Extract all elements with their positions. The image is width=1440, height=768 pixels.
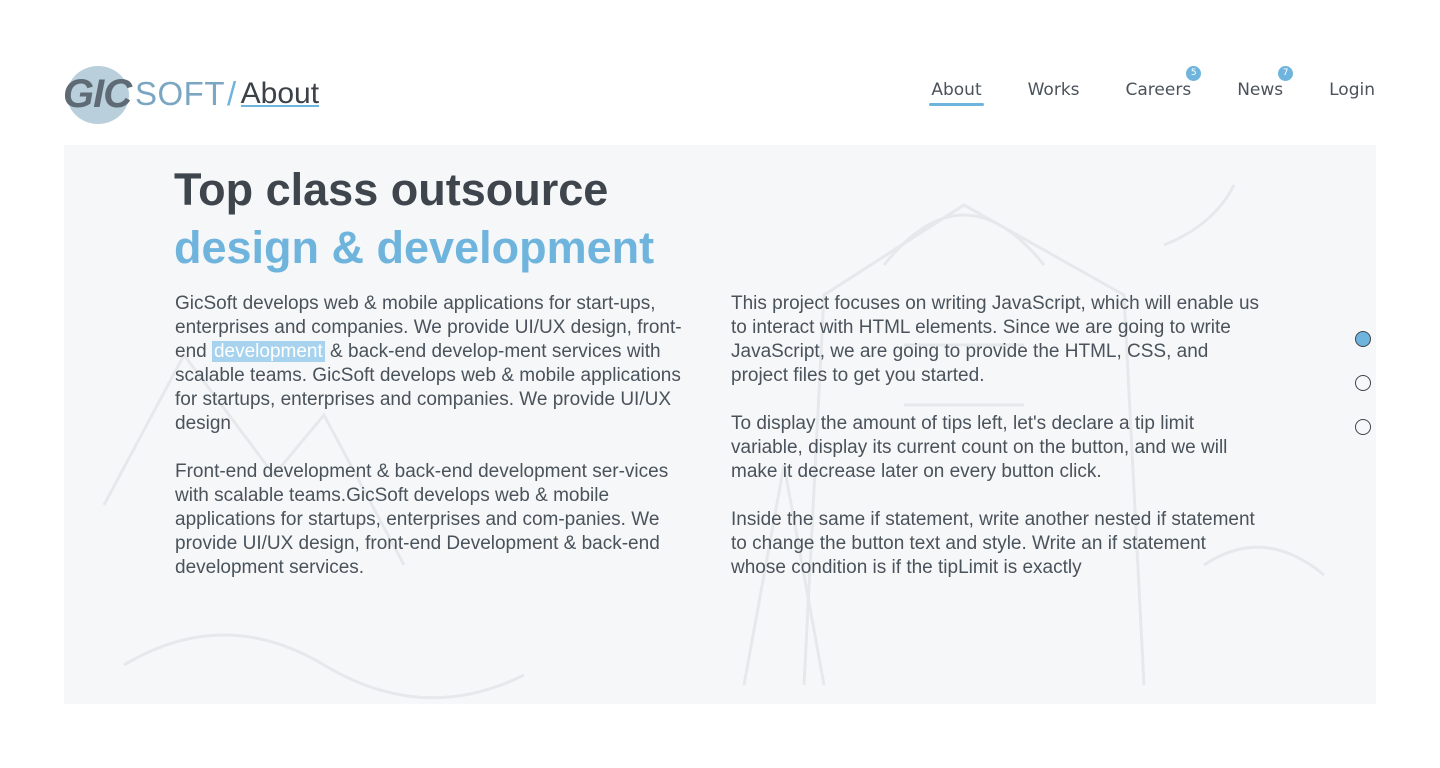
pager-dot-3[interactable] bbox=[1355, 419, 1371, 435]
nav-item-news[interactable]: News 7 bbox=[1237, 66, 1294, 100]
main-nav: About Works Careers 5 News 7 Login bbox=[885, 66, 1375, 106]
right-paragraph-2: To display the amount of tips left, let'… bbox=[731, 413, 1228, 482]
nav-item-label: Login bbox=[1329, 80, 1375, 100]
left-paragraph-1: GicSoft develops web & mobile applicatio… bbox=[175, 292, 703, 436]
nav-item-login[interactable]: Login bbox=[1329, 80, 1375, 100]
hero-title-line2: design & development bbox=[174, 222, 655, 273]
hero-title: Top class outsource design & development bbox=[174, 162, 654, 278]
right-paragraph-3: Inside the same if statement, write anot… bbox=[731, 509, 1255, 578]
current-page-name: About bbox=[240, 77, 320, 110]
content-column-right: This project focuses on writing JavaScri… bbox=[731, 292, 1259, 604]
nav-item-label: Careers bbox=[1125, 80, 1192, 100]
selected-text: development bbox=[211, 341, 325, 362]
pager-dot-2[interactable] bbox=[1355, 375, 1371, 391]
logo-mark: GIC bbox=[63, 64, 132, 124]
logo-wordmark: SOFT bbox=[135, 75, 225, 112]
right-paragraph-1: This project focuses on writing JavaScri… bbox=[731, 293, 1260, 386]
nav-item-about[interactable]: About bbox=[929, 80, 984, 106]
logo[interactable]: GIC SOFT / About bbox=[63, 62, 320, 126]
nav-item-label: About bbox=[931, 80, 982, 100]
nav-item-label: Works bbox=[1027, 80, 1080, 100]
nav-item-careers[interactable]: Careers 5 bbox=[1125, 66, 1202, 100]
logo-separator: / bbox=[227, 75, 237, 112]
hero-title-line1: Top class outsource bbox=[174, 164, 609, 215]
careers-count-badge: 5 bbox=[1186, 66, 1202, 81]
news-count-badge: 7 bbox=[1278, 66, 1294, 81]
left-paragraph-2: Front-end development & back-end develop… bbox=[175, 461, 669, 578]
content-column-left: GicSoft develops web & mobile applicatio… bbox=[175, 292, 703, 604]
logo-mark-text: GIC bbox=[63, 72, 132, 116]
section-pager bbox=[1355, 331, 1371, 463]
nav-item-works[interactable]: Works bbox=[1028, 80, 1080, 100]
pager-dot-1[interactable] bbox=[1355, 331, 1371, 347]
nav-item-label: News bbox=[1237, 80, 1284, 100]
